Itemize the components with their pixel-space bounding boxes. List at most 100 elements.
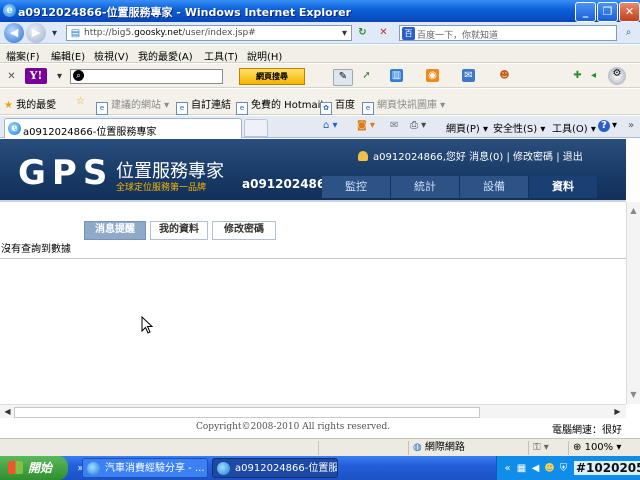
- tab-title: a0912024866-位置服務專家: [23, 127, 157, 138]
- refresh-icon[interactable]: ↻: [356, 26, 369, 39]
- window-title: a0912024866-位置服務專家 - Windows Internet Ex…: [18, 6, 352, 19]
- volume-tray-icon[interactable]: ◀: [529, 462, 542, 475]
- feeds-icon[interactable]: ◙ ▾: [357, 120, 375, 131]
- horizontal-scrollbar[interactable]: ◀ ▶: [0, 404, 626, 418]
- buildings-icon[interactable]: ▥: [390, 69, 403, 82]
- stop-icon[interactable]: ✕: [377, 26, 390, 39]
- fav-hotmail[interactable]: e 免費的 Hotmail: [236, 96, 323, 115]
- search-input[interactable]: 百 百度一下，你就知道: [399, 25, 617, 41]
- search-go-icon[interactable]: ⌕: [622, 26, 635, 39]
- site-header: GPS 位置服務專家 全球定位服務第一品牌 a0912024866 a09120…: [0, 139, 626, 200]
- read-mail-icon[interactable]: ✉: [390, 120, 398, 131]
- ie-icon: [87, 462, 100, 475]
- scroll-right-icon[interactable]: ▶: [611, 405, 624, 418]
- home-icon[interactable]: ⌂ ▾: [323, 120, 338, 131]
- menu-edit[interactable]: 編輯(E): [51, 48, 85, 63]
- pen-icon[interactable]: ✎: [333, 69, 353, 86]
- help-icon[interactable]: ?: [598, 120, 610, 132]
- user-greeting: a0912024866,您好: [373, 152, 466, 163]
- window-titlebar[interactable]: e a0912024866-位置服務專家 - Windows Internet …: [0, 0, 640, 22]
- help-dropdown-icon[interactable]: ▾: [612, 120, 617, 131]
- nav-data[interactable]: 資料: [529, 176, 598, 198]
- close-toolbar-icon[interactable]: ✕: [5, 70, 18, 83]
- zoom-icon: ⊕: [573, 442, 582, 453]
- close-button[interactable]: ✕: [619, 2, 640, 22]
- bookmark-arrow-icon[interactable]: ➚: [360, 69, 373, 82]
- page-menu[interactable]: 網頁(P) ▾: [446, 120, 488, 135]
- tools-menu[interactable]: 工具(O) ▾: [552, 120, 596, 135]
- print-icon[interactable]: ⎙ ▾: [410, 120, 426, 131]
- browser-tab-active[interactable]: e a0912024866-位置服務專家: [4, 118, 242, 138]
- menu-view[interactable]: 檢視(V): [94, 48, 129, 63]
- yahoo-dropdown-icon[interactable]: ▾: [53, 70, 66, 83]
- new-tab-button[interactable]: [244, 119, 268, 137]
- favorites-button[interactable]: ★ 我的最愛: [4, 96, 56, 111]
- menu-favorites[interactable]: 我的最愛(A): [138, 48, 193, 63]
- mail-icon[interactable]: ✉: [462, 69, 475, 82]
- mouse-cursor-icon: [141, 316, 153, 334]
- add-icon[interactable]: ✚: [571, 69, 584, 82]
- network-tray-icon[interactable]: ▦: [515, 462, 528, 475]
- divider: [0, 258, 626, 259]
- page-icon: e: [236, 102, 248, 115]
- forward-button[interactable]: ▶: [26, 23, 46, 43]
- subtab-my-data[interactable]: 我的資料: [150, 221, 208, 240]
- subtab-message-alerts[interactable]: 消息提醒: [84, 221, 146, 240]
- subtab-change-password[interactable]: 修改密碼: [212, 221, 276, 240]
- zone-indicator: ◍ 網際網路: [408, 441, 533, 455]
- maximize-button[interactable]: ❐: [597, 2, 618, 22]
- chevron-right-icon[interactable]: »: [628, 120, 634, 131]
- back-button[interactable]: ◀: [4, 23, 24, 43]
- safety-menu[interactable]: 安全性(S) ▾: [493, 120, 545, 135]
- fav-custom-links[interactable]: e 自訂連結: [176, 96, 231, 115]
- toolbar-arrow-icon[interactable]: ◂: [587, 69, 600, 82]
- taskbar-button-car-blog[interactable]: 汽車消費經驗分享 - ...: [82, 458, 208, 478]
- menu-file[interactable]: 檔案(F): [6, 48, 40, 63]
- favorites-star-icon: ★: [4, 100, 13, 111]
- menu-tools[interactable]: 工具(T): [204, 48, 238, 63]
- logout-link[interactable]: 退出: [563, 152, 583, 163]
- scroll-left-icon[interactable]: ◀: [1, 405, 14, 418]
- page-icon: e: [362, 102, 374, 115]
- fav-baidu[interactable]: ✿ 百度: [320, 96, 355, 115]
- yahoo-search-input[interactable]: ⌕: [70, 69, 223, 84]
- nav-devices[interactable]: 設備: [460, 176, 529, 198]
- favorites-bar: ★ 我的最愛 ☆ e 建議的網站 ▾ e 自訂連結 e 免費的 Hotmail ✿ 百度…: [0, 89, 640, 115]
- add-favorite-icon[interactable]: ☆: [76, 96, 85, 107]
- taskbar-button-gps-site[interactable]: a0912024866-位置服...: [212, 458, 338, 478]
- start-button[interactable]: 開始: [0, 456, 68, 480]
- menu-help[interactable]: 說明(H): [247, 48, 282, 63]
- zoom-control[interactable]: ⊕ 100% ▾: [568, 441, 640, 455]
- scrollbar-thumb[interactable]: [14, 407, 480, 418]
- address-input[interactable]: ▤ http://big5.goosky.net/user/index.jsp#…: [66, 25, 352, 41]
- protected-mode-icon[interactable]: ⚿ ▾: [528, 441, 573, 455]
- address-dropdown-icon[interactable]: ▾: [338, 27, 351, 40]
- shield-tray-icon[interactable]: ⛨: [557, 462, 570, 475]
- vertical-scrollbar[interactable]: ▲ ▼: [626, 202, 640, 404]
- rss-icon[interactable]: ◉: [426, 69, 439, 82]
- scroll-up-icon[interactable]: ▲: [627, 204, 640, 217]
- tray-arrow-icon[interactable]: «: [501, 462, 514, 475]
- minimize-button[interactable]: _: [575, 2, 596, 22]
- settings-gear-icon[interactable]: ⚙: [608, 67, 626, 85]
- nav-statistics[interactable]: 統計: [391, 176, 460, 198]
- history-dropdown-icon[interactable]: ▾: [48, 27, 61, 40]
- no-data-message: 沒有查詢到數據: [1, 244, 71, 255]
- status-cell: [318, 441, 413, 455]
- fav-suggested-sites[interactable]: e 建議的網站 ▾: [96, 96, 169, 115]
- fav-web-slice-gallery[interactable]: e 網頁快訊圖庫 ▾: [362, 96, 445, 115]
- nav-monitor[interactable]: 監控: [322, 176, 391, 198]
- address-url: http://big5.goosky.net/user/index.jsp#: [84, 28, 256, 38]
- change-password-link[interactable]: 修改密碼: [513, 152, 553, 163]
- status-bar: ◍ 網際網路 ⚿ ▾ ⊕ 100% ▾: [0, 438, 640, 456]
- baidu-icon: 百: [402, 27, 415, 40]
- globe-icon: ◍: [413, 442, 422, 453]
- messages-link[interactable]: 消息(0): [469, 152, 503, 163]
- messenger-icon[interactable]: ☻: [498, 69, 511, 82]
- scroll-down-icon[interactable]: ▼: [627, 388, 640, 401]
- yahoo-logo[interactable]: Y!: [25, 68, 47, 84]
- search-placeholder: 百度一下，你就知道: [417, 31, 499, 41]
- web-search-button[interactable]: 網頁搜尋: [239, 68, 305, 85]
- post-number: #1020205: [574, 461, 640, 475]
- messenger-tray-icon[interactable]: ☻: [543, 462, 556, 475]
